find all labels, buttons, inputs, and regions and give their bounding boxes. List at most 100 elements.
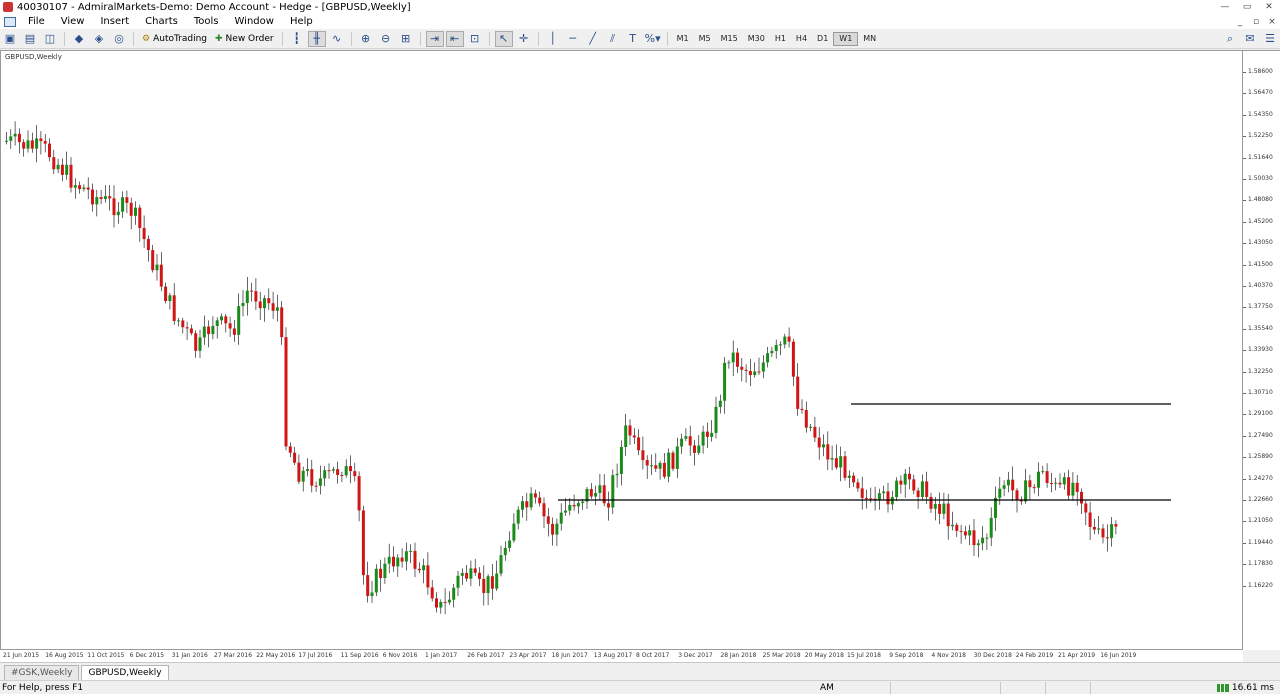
timeframe-m15[interactable]: M15 [716,32,743,46]
timeframe-m5[interactable]: M5 [694,32,716,46]
text-icon[interactable]: T [624,31,642,47]
horizontal-line-icon[interactable]: ─ [564,31,582,47]
menu-tools[interactable]: Tools [186,16,227,27]
terminal-icon[interactable]: ◈ [90,31,108,47]
candle [392,546,395,572]
chart-shift-icon[interactable]: ⇤ [445,30,464,47]
timeframe-d1[interactable]: D1 [812,32,833,46]
chart-minimize-button[interactable]: _ [1232,17,1248,27]
connection-status[interactable]: 16.61 ms [1216,683,1280,693]
close-button[interactable]: ✕ [1258,0,1280,14]
menu-insert[interactable]: Insert [92,16,137,27]
minimize-button[interactable]: — [1214,0,1236,14]
fibonacci-icon[interactable]: %▾ [644,31,662,47]
candle-body [813,426,817,438]
menu-window[interactable]: Window [227,16,282,27]
candle-body [675,446,679,469]
candle-body [56,164,60,170]
candle-body [912,479,916,491]
profiles-icon[interactable]: ▤ [21,31,39,47]
candle [469,560,473,587]
candle [813,416,817,442]
timeframe-w1[interactable]: W1 [833,31,859,46]
timeframe-mn[interactable]: MN [858,32,881,46]
chart-close-button[interactable]: × [1264,17,1280,27]
candle [736,348,739,373]
candle-body [86,187,90,190]
menu-view[interactable]: View [53,16,93,27]
auto-scroll-icon[interactable]: ⇥ [425,30,444,47]
trendline-icon[interactable]: ╱ [584,31,602,47]
candle [826,431,830,471]
candle-body [968,530,972,536]
date-label: 21 Jun 2015 [3,652,40,659]
navigator-icon[interactable]: ◆ [70,31,88,47]
chat-icon[interactable]: ✉ [1241,31,1259,47]
vertical-line-icon[interactable]: │ [544,31,562,47]
channel-icon[interactable]: ⫽ [604,31,622,47]
price-tick [1243,307,1246,309]
candle [680,433,684,455]
candle-body [374,568,378,593]
new-order-button[interactable]: ✚ New Order [212,31,277,47]
candle-body [301,470,305,482]
price-label: 1.29100 [1248,410,1273,418]
zoom-in-icon[interactable]: ⊕ [357,31,375,47]
candle-body [91,189,94,205]
price-label: 1.48080 [1248,196,1273,204]
candle [1075,475,1079,506]
timeframe-h4[interactable]: H4 [791,32,812,46]
candle-body [48,143,51,158]
candle-body [207,326,211,335]
community-icon[interactable]: ☰ [1261,31,1279,47]
candle [546,508,550,537]
timeframe-m1[interactable]: M1 [672,32,694,46]
timeframe-h1[interactable]: H1 [770,32,791,46]
chart-window-icon[interactable] [4,16,16,27]
candle-body [731,352,735,363]
candle [78,181,82,194]
candle [1049,472,1053,493]
market-watch-icon[interactable]: ◫ [41,31,59,47]
new-chart-icon[interactable]: ▣ [1,31,19,47]
candle [5,132,8,145]
line-chart-icon[interactable]: ∿ [328,31,346,47]
candle-body [1105,537,1109,539]
autotrading-button[interactable]: ⚙ AutoTrading [139,31,210,47]
menu-file[interactable]: File [20,16,53,27]
crosshair-icon[interactable]: ✛ [515,31,533,47]
zoom-out-icon[interactable]: ⊖ [377,31,395,47]
maximize-button[interactable]: ▭ [1236,0,1258,14]
candle [998,476,1002,505]
candle-body [125,197,129,203]
candle [662,453,666,479]
menu-charts[interactable]: Charts [137,16,186,27]
cursor-icon[interactable]: ↖ [494,30,513,47]
candlestick-icon[interactable]: ╫ [307,30,326,47]
candle [198,329,202,358]
price-label: 1.35540 [1248,324,1273,332]
candle-body [1075,482,1079,492]
candle [189,324,193,336]
candle-body [671,452,675,469]
candle-body [611,475,615,508]
candle-body [929,496,933,509]
candle [194,330,198,358]
strategy-tester-icon[interactable]: ◎ [110,31,128,47]
bar-chart-icon[interactable]: ┇ [288,31,306,47]
chart-area[interactable] [0,50,1243,650]
search-icon[interactable]: ⌕ [1221,31,1239,47]
indicators-icon[interactable]: ⊡ [466,31,484,47]
candle-body [177,320,180,322]
chart-restore-button[interactable]: ▫ [1248,17,1264,27]
price-tick [1243,478,1246,480]
date-label: 9 Sep 2018 [889,652,924,659]
timeframe-m30[interactable]: M30 [743,32,770,46]
candle [576,499,580,514]
tab-gbpusd-weekly[interactable]: GBPUSD,Weekly [81,665,169,680]
tab-gsk-weekly[interactable]: #GSK,Weekly [4,665,80,680]
price-tick [1243,414,1246,416]
tile-windows-icon[interactable]: ⊞ [397,31,415,47]
candle [611,469,615,515]
menu-help[interactable]: Help [282,16,321,27]
